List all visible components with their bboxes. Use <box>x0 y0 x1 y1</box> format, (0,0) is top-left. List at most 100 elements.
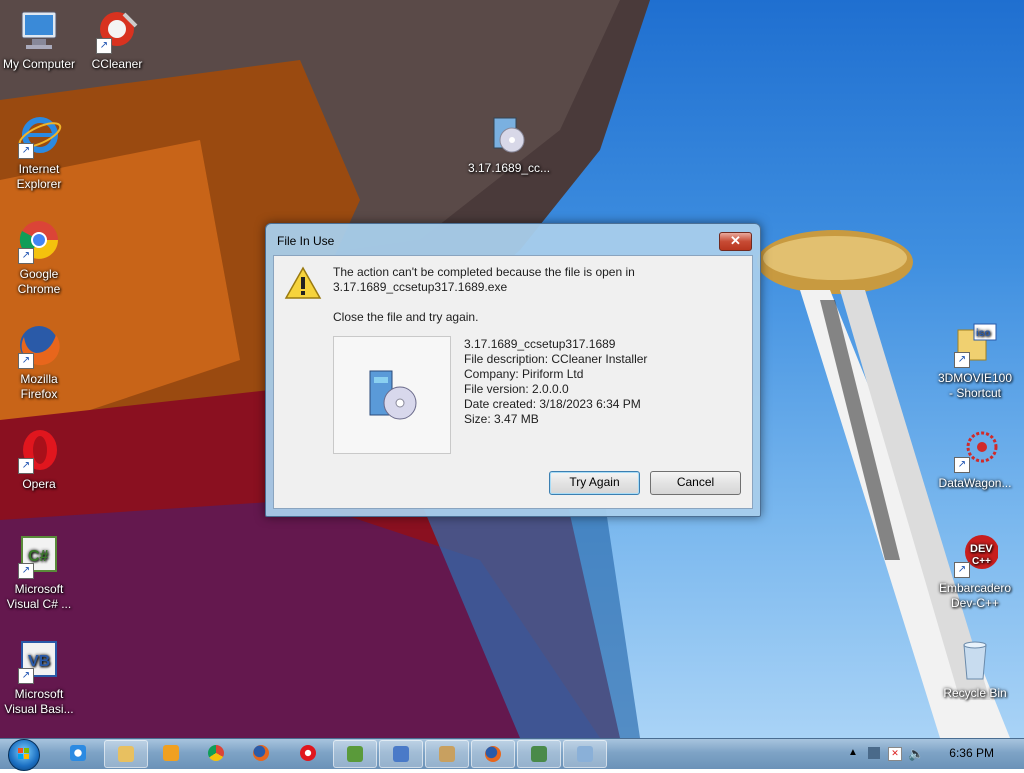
taskbar-chrome[interactable] <box>195 740 237 766</box>
desktop-icon-3dmovie[interactable]: iso ↗ 3DMOVIE100 - Shortcut <box>936 322 1014 401</box>
opera-icon <box>300 745 316 761</box>
visual-basic-icon <box>393 746 409 762</box>
file-version: File version: 2.0.0.0 <box>464 382 569 396</box>
installer-icon <box>484 112 530 158</box>
iso-file-icon: iso ↗ <box>952 322 998 368</box>
action-center-icon[interactable]: ✕ <box>888 747 902 761</box>
file-thumbnail <box>333 336 451 454</box>
instruction-text: Close the file and try again. <box>333 310 479 324</box>
desktop-icon-my-computer[interactable]: My Computer <box>0 8 78 72</box>
desktop-icon-label: DataWagon... <box>938 476 1012 490</box>
taskbar: ▲ ✕ 🔈 6:36 PM <box>0 738 1024 771</box>
close-button[interactable]: ✕ <box>719 232 752 251</box>
try-again-button[interactable]: Try Again <box>549 471 640 495</box>
desktop-icon-visual-basic[interactable]: VB ↗ Microsoft Visual Basi... <box>0 638 78 717</box>
taskbar-installer[interactable] <box>563 740 607 768</box>
folder-icon <box>118 746 134 762</box>
windows-logo-icon <box>18 748 29 759</box>
desktop-icon-label: Opera <box>22 477 56 491</box>
dialog-body: The action can't be completed because th… <box>273 255 753 509</box>
visual-csharp-icon <box>347 746 363 762</box>
chrome-icon <box>208 745 224 761</box>
desktop-icon-label: 3.17.1689_cc... <box>468 161 551 175</box>
desktop-icon-dev-cpp[interactable]: DEV C++ ↗ Embarcadero Dev-C++ <box>936 532 1014 611</box>
paint-icon <box>439 746 455 762</box>
message-line-1: The action can't be completed because th… <box>333 265 635 279</box>
taskbar-windows-explorer[interactable] <box>104 740 148 768</box>
installer-icon <box>369 370 417 420</box>
firefox-icon <box>485 746 501 762</box>
taskbar-firefox-window[interactable] <box>471 740 515 768</box>
taskbar-visual-basic[interactable] <box>379 740 423 768</box>
shortcut-arrow-icon: ↗ <box>18 668 34 684</box>
desktop-icon-recycle-bin[interactable]: Recycle Bin <box>936 637 1014 701</box>
file-info: 3.17.1689_ccsetup317.1689 File descripti… <box>464 337 647 427</box>
cancel-button[interactable]: Cancel <box>650 471 741 495</box>
desktop-icon-label: CCleaner <box>91 57 143 71</box>
desktop-icon-label: Mozilla Firefox <box>20 372 58 401</box>
start-button[interactable] <box>8 739 40 771</box>
internet-explorer-icon: ↗ <box>16 113 62 159</box>
file-description: File description: CCleaner Installer <box>464 352 648 366</box>
recycle-bin-icon <box>952 637 998 683</box>
taskbar-visual-csharp[interactable] <box>333 740 377 768</box>
taskbar-paint[interactable] <box>425 740 469 768</box>
desktop-icon-ccsetup-file[interactable]: 3.17.1689_cc... <box>468 112 551 176</box>
shortcut-arrow-icon: ↗ <box>954 457 970 473</box>
shortcut-arrow-icon: ↗ <box>954 352 970 368</box>
desktop-icon-label: My Computer <box>2 57 76 71</box>
desktop-icon-google-chrome[interactable]: ↗ Google Chrome <box>0 218 78 297</box>
file-in-use-dialog: File In Use ✕ The action can't be comple… <box>265 223 761 517</box>
shortcut-arrow-icon: ↗ <box>18 458 34 474</box>
desktop-icon-visual-csharp[interactable]: C# ↗ Microsoft Visual C# ... <box>0 533 78 612</box>
svg-text:iso: iso <box>976 328 990 339</box>
message-line-2: 3.17.1689_ccsetup317.1689.exe <box>333 280 508 294</box>
shortcut-arrow-icon: ↗ <box>18 248 34 264</box>
desktop: My Computer ↗ CCleaner ↗ Internet Explor… <box>0 0 1024 738</box>
file-date-created: Date created: 3/18/2023 6:34 PM <box>464 397 641 411</box>
desktop-icon-ccleaner[interactable]: ↗ CCleaner <box>78 8 156 72</box>
taskbar-media-player[interactable] <box>150 740 192 766</box>
desktop-icon-datawagon[interactable]: ↗ DataWagon... <box>936 427 1014 491</box>
clock[interactable]: 6:36 PM <box>949 746 994 760</box>
dev-cpp-icon: DEV C++ ↗ <box>952 532 999 578</box>
desktop-icon-label: Recycle Bin <box>943 686 1007 700</box>
shortcut-arrow-icon: ↗ <box>96 38 112 54</box>
network-icon[interactable] <box>868 747 880 759</box>
internet-explorer-icon <box>70 745 86 761</box>
desktop-icon-mozilla-firefox[interactable]: ↗ Mozilla Firefox <box>0 323 78 402</box>
taskbar-firefox[interactable] <box>240 740 282 766</box>
ccleaner-icon: ↗ <box>94 8 140 54</box>
visual-basic-icon: VB ↗ <box>16 638 62 684</box>
taskbar-dev-tool[interactable] <box>517 740 561 768</box>
shortcut-arrow-icon: ↗ <box>18 143 34 159</box>
shortcut-arrow-icon: ↗ <box>18 563 34 579</box>
file-size: Size: 3.47 MB <box>464 412 539 426</box>
desktop-icon-label: Microsoft Visual Basi... <box>4 687 74 716</box>
shortcut-arrow-icon: ↗ <box>18 353 34 369</box>
file-company: Company: Piriform Ltd <box>464 367 584 381</box>
firefox-icon <box>253 745 269 761</box>
taskbar-opera[interactable] <box>287 740 329 766</box>
system-tray: ▲ ✕ 🔈 6:36 PM <box>840 739 1024 769</box>
warning-icon <box>284 266 322 303</box>
desktop-icon-label: Embarcadero Dev-C++ <box>938 581 1012 610</box>
desktop-icon-opera[interactable]: ↗ Opera <box>0 428 78 492</box>
show-hidden-icons-icon[interactable]: ▲ <box>848 747 858 758</box>
file-name: 3.17.1689_ccsetup317.1689 <box>464 337 616 351</box>
desktop-icon-internet-explorer[interactable]: ↗ Internet Explorer <box>0 113 78 192</box>
desktop-icon-label: Internet Explorer <box>16 162 62 191</box>
shortcut-arrow-icon: ↗ <box>954 562 970 578</box>
checkmark-tool-icon <box>531 746 547 762</box>
svg-text:DEV: DEV <box>970 543 993 555</box>
opera-icon: ↗ <box>16 428 62 474</box>
datawagon-icon: ↗ <box>952 427 998 473</box>
desktop-icon-label: Microsoft Visual C# ... <box>6 582 72 611</box>
volume-icon[interactable]: 🔈 <box>908 746 924 762</box>
firefox-icon: ↗ <box>16 323 62 369</box>
taskbar-internet-explorer[interactable] <box>57 740 99 766</box>
installer-icon <box>577 746 593 762</box>
desktop-icon-label: 3DMOVIE100 - Shortcut <box>937 371 1013 400</box>
desktop-icon-label: Google Chrome <box>17 267 61 296</box>
media-player-icon <box>163 745 179 761</box>
